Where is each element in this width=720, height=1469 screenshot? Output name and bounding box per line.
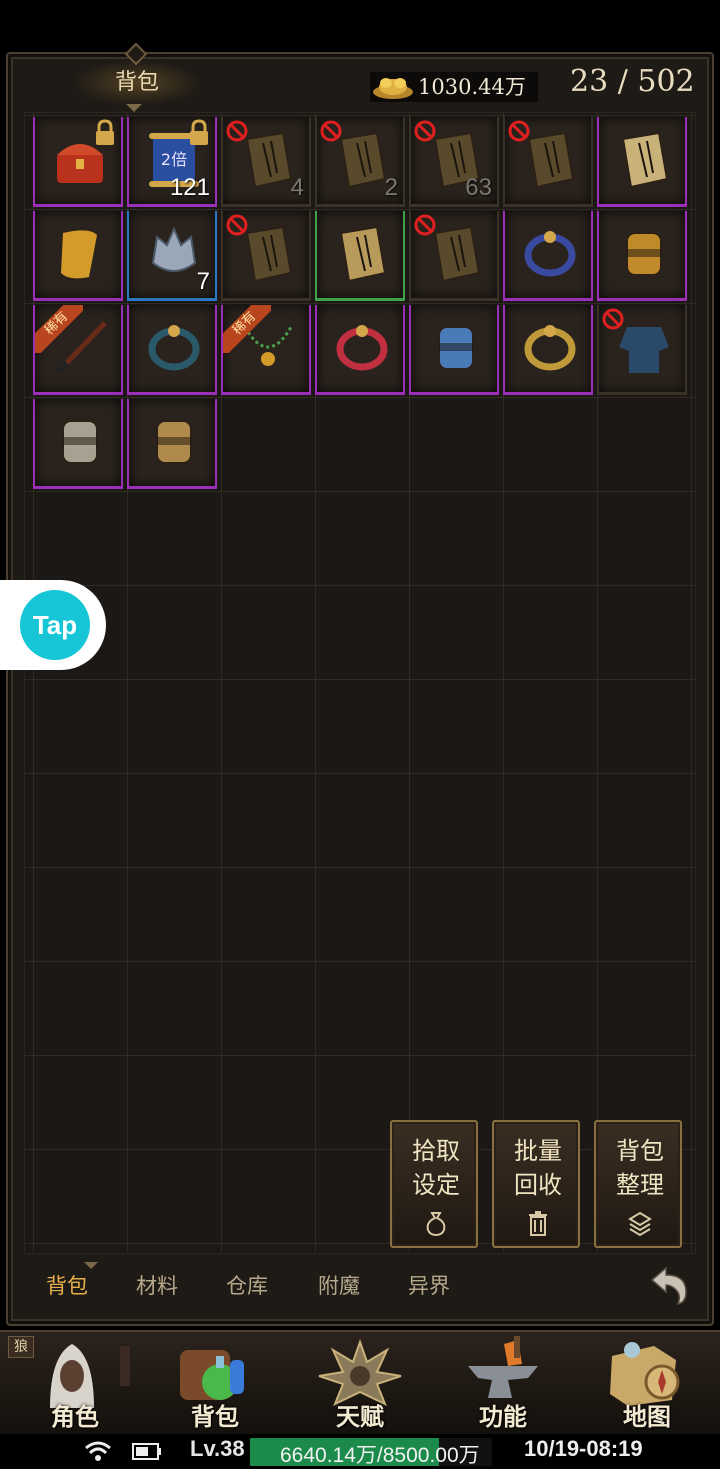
tap-logo: Tap bbox=[20, 590, 90, 660]
item-count: 63 bbox=[465, 174, 492, 201]
bag-icon bbox=[426, 1212, 446, 1236]
nav-map-label: 地图 bbox=[623, 1402, 671, 1431]
item-count: 2 bbox=[384, 174, 398, 201]
back-arrow-icon[interactable] bbox=[644, 1262, 692, 1308]
nav-character[interactable]: 角色 bbox=[20, 1332, 130, 1436]
inventory-slot-scroll[interactable] bbox=[33, 211, 123, 301]
gold-ingot-icon bbox=[373, 78, 413, 99]
lock-icon bbox=[190, 119, 208, 145]
coil-bracelet-icon bbox=[148, 325, 200, 371]
inventory-slot-skill-book[interactable] bbox=[597, 117, 687, 207]
pickup-settings-button[interactable]: 拾取设定 bbox=[390, 1120, 478, 1248]
inventory-slot-skill-book[interactable] bbox=[409, 211, 499, 301]
nav-character-label: 角色 bbox=[51, 1402, 99, 1431]
nav-backpack[interactable]: 背包 bbox=[160, 1332, 270, 1436]
rare-ribbon: 稀有 bbox=[35, 305, 83, 353]
title-caret-icon bbox=[126, 104, 142, 112]
skill-book-icon bbox=[339, 225, 387, 283]
inventory-slot-blade[interactable]: 稀有 bbox=[33, 305, 123, 395]
item-count: 121 bbox=[169, 174, 210, 201]
gold-display: 1030.44万 bbox=[370, 72, 538, 102]
nav-map[interactable]: 地图 bbox=[592, 1332, 702, 1436]
gauntlet-icon bbox=[156, 420, 192, 464]
inventory-slot-ruby-ring[interactable] bbox=[315, 305, 405, 395]
unusable-icon bbox=[226, 120, 248, 142]
inventory-slot-arm-guard[interactable] bbox=[409, 305, 499, 395]
wolf-tag: 狼 bbox=[8, 1336, 34, 1358]
bracelet-icon bbox=[626, 232, 662, 276]
tab-materials[interactable]: 材料 bbox=[136, 1270, 178, 1300]
exp-text: 6640.14万/8500.00万 bbox=[280, 1444, 480, 1467]
scroll-icon bbox=[61, 230, 97, 279]
unusable-icon bbox=[508, 120, 530, 142]
bag-capacity: 23 / 502 bbox=[570, 64, 695, 99]
panel-title: 背包 bbox=[72, 60, 202, 106]
inventory-slot-silver-ring[interactable] bbox=[33, 399, 123, 489]
inventory-slot-necklace[interactable]: 稀有 bbox=[221, 305, 311, 395]
clock: 10/19-08:19 bbox=[524, 1436, 643, 1461]
arm-guard-icon bbox=[438, 326, 474, 370]
unusable-icon bbox=[226, 214, 248, 236]
inventory-slot-double-exp-scroll[interactable]: 2倍 121 bbox=[127, 117, 217, 207]
tab-enchant[interactable]: 附魔 bbox=[318, 1270, 360, 1300]
wifi-icon bbox=[85, 1441, 111, 1461]
taptap-floating-button[interactable]: Tap bbox=[0, 580, 106, 670]
inventory-slot-skill-book[interactable]: 63 bbox=[409, 117, 499, 207]
trash-icon bbox=[529, 1211, 547, 1236]
nav-backpack-label: 背包 bbox=[191, 1402, 239, 1431]
rare-ribbon: 稀有 bbox=[223, 305, 271, 353]
inventory-slot-dragon-ring[interactable] bbox=[503, 305, 593, 395]
unusable-icon bbox=[414, 120, 436, 142]
pickup-settings-label: 拾取设定 bbox=[412, 1137, 460, 1199]
item-count: 4 bbox=[290, 174, 304, 201]
batch-recycle-label: 批量回收 bbox=[514, 1137, 562, 1199]
gold-amount: 1030.44万 bbox=[418, 75, 526, 99]
nav-talent[interactable]: 天赋 bbox=[305, 1332, 415, 1436]
tab-backpack[interactable]: 背包 bbox=[46, 1270, 88, 1300]
inventory-grid: 2倍 121 4 2 63 7 稀有 稀有 bbox=[24, 112, 696, 1254]
player-level: Lv.38 bbox=[190, 1436, 245, 1461]
inventory-slot-skill-book[interactable]: 4 bbox=[221, 117, 311, 207]
sort-bag-button[interactable]: 背包整理 bbox=[594, 1120, 682, 1248]
nav-function-label: 功能 bbox=[479, 1402, 527, 1431]
battery-icon bbox=[132, 1443, 161, 1460]
ring-blue-gold-icon bbox=[524, 231, 576, 277]
sort-bag-label: 背包整理 bbox=[616, 1137, 664, 1199]
rare-ribbon-label: 稀有 bbox=[35, 305, 83, 353]
tab-warehouse[interactable]: 仓库 bbox=[226, 1270, 268, 1300]
unusable-icon bbox=[414, 214, 436, 236]
nav-function[interactable]: 功能 bbox=[448, 1332, 558, 1436]
status-bar: Lv.38 6640.14万/8500.00万 10/19-08:19 bbox=[0, 1434, 720, 1469]
bottom-navigation: 角色 背包 天赋 功能 地图 bbox=[0, 1330, 720, 1434]
ruby-ring-icon bbox=[336, 325, 388, 371]
exp-bar: 6640.14万/8500.00万 bbox=[250, 1438, 492, 1467]
active-tab-marker-icon bbox=[84, 1262, 98, 1269]
dragon-ring-icon bbox=[524, 325, 576, 371]
inventory-slot-skill-book[interactable] bbox=[315, 211, 405, 301]
inventory-slot-armor[interactable] bbox=[597, 305, 687, 395]
inventory-slot-ring-blue-gold[interactable] bbox=[503, 211, 593, 301]
bag-tabs: 背包 材料 仓库 附魔 异界 bbox=[24, 1262, 696, 1308]
top-black-bar bbox=[0, 0, 720, 48]
inventory-slot-gauntlet[interactable] bbox=[127, 399, 217, 489]
inventory-slot-skill-book[interactable] bbox=[503, 117, 593, 207]
layers-icon bbox=[628, 1211, 652, 1236]
unusable-icon bbox=[602, 308, 624, 330]
inventory-slot-treasure-chest[interactable] bbox=[33, 117, 123, 207]
item-count: 7 bbox=[196, 268, 210, 295]
inventory-slot-skill-book[interactable]: 2 bbox=[315, 117, 405, 207]
skill-book-icon bbox=[621, 131, 669, 189]
inventory-slot-helmet[interactable]: 7 bbox=[127, 211, 217, 301]
rare-ribbon-label: 稀有 bbox=[223, 305, 271, 353]
inventory-slot-skill-book[interactable] bbox=[221, 211, 311, 301]
unusable-icon bbox=[320, 120, 342, 142]
silver-ring-icon bbox=[62, 420, 98, 464]
inventory-slot-bracelet[interactable] bbox=[597, 211, 687, 301]
inventory-slot-coil-bracelet[interactable] bbox=[127, 305, 217, 395]
tab-otherworld[interactable]: 异界 bbox=[408, 1270, 450, 1300]
svg-text:2倍: 2倍 bbox=[161, 150, 187, 169]
nav-talent-label: 天赋 bbox=[336, 1402, 384, 1431]
batch-recycle-button[interactable]: 批量回收 bbox=[492, 1120, 580, 1248]
lock-icon bbox=[96, 119, 114, 145]
